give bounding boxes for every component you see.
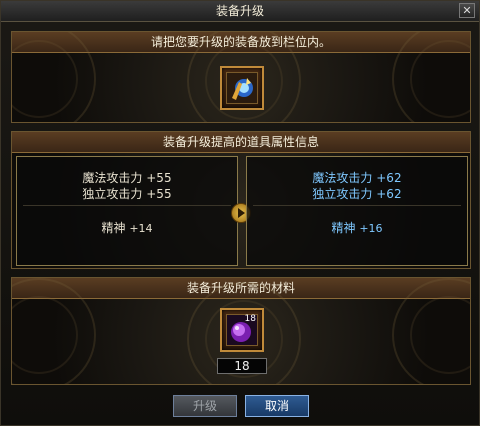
equipment-slot[interactable] bbox=[220, 66, 264, 110]
equipment-slot-section: 请把您要升级的装备放到栏位内。 bbox=[11, 31, 471, 123]
material-slot[interactable]: 18 bbox=[220, 308, 264, 352]
upgraded-spirit: 精神 +16 bbox=[331, 221, 383, 235]
upgrade-window: 装备升级 ✕ 请把您要升级的装备放到栏位内。 装备升级提高的道具属性信息 魔法攻… bbox=[0, 0, 480, 426]
rune-decoration-left bbox=[12, 32, 96, 122]
materials-section: 装备升级所需的材料 18 18 bbox=[11, 277, 471, 385]
upgraded-magic-attack: 魔法攻击力 +62 bbox=[312, 171, 402, 185]
current-independent-attack: 独立攻击力 +55 bbox=[82, 187, 172, 201]
equipment-item-icon[interactable] bbox=[226, 72, 258, 104]
cancel-button[interactable]: 取消 bbox=[245, 395, 309, 417]
material-badge-count: 18 bbox=[244, 314, 256, 324]
title-bar[interactable]: 装备升级 ✕ bbox=[1, 1, 479, 22]
divider bbox=[23, 205, 231, 206]
window-title: 装备升级 bbox=[215, 4, 264, 18]
current-attributes-panel: 魔法攻击力 +55 独立攻击力 +55 精神 +14 bbox=[16, 156, 238, 266]
close-icon: ✕ bbox=[462, 4, 472, 17]
upgraded-attributes-panel: 魔法攻击力 +62 独立攻击力 +62 精神 +16 bbox=[246, 156, 468, 266]
divider bbox=[253, 205, 461, 206]
attribute-section-title: 装备升级提高的道具属性信息 bbox=[12, 132, 470, 153]
purple-gem-icon[interactable]: 18 bbox=[226, 314, 258, 346]
attribute-info-section: 装备升级提高的道具属性信息 魔法攻击力 +55 独立攻击力 +55 精神 +14… bbox=[11, 131, 471, 269]
current-magic-attack: 魔法攻击力 +55 bbox=[82, 171, 172, 185]
material-count: 18 bbox=[217, 358, 267, 374]
upgrade-button[interactable]: 升级 bbox=[173, 395, 237, 417]
current-spirit: 精神 +14 bbox=[101, 221, 153, 235]
upgraded-independent-attack: 独立攻击力 +62 bbox=[312, 187, 402, 201]
close-button[interactable]: ✕ bbox=[459, 3, 475, 18]
rune-decoration-right bbox=[392, 32, 470, 122]
